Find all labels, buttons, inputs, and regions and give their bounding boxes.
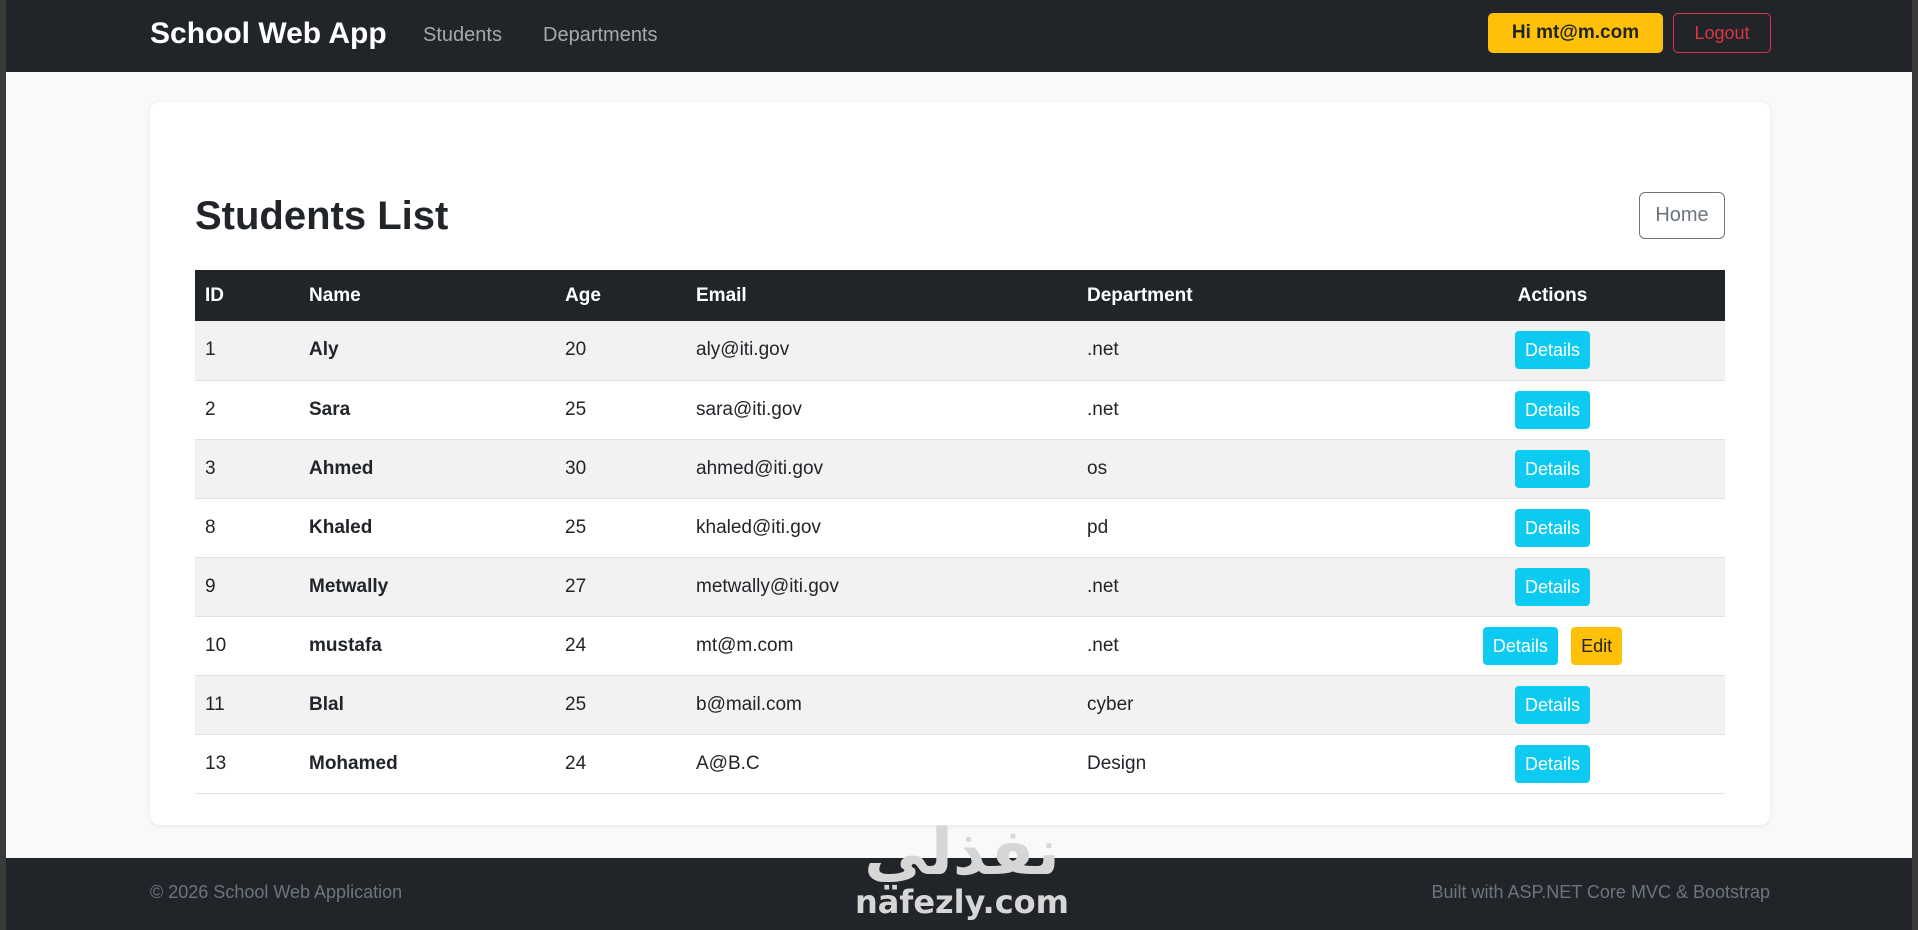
cell-actions: Details (1380, 380, 1725, 439)
details-button[interactable]: Details (1514, 508, 1591, 547)
cell-email: b@mail.com (696, 693, 802, 715)
cell-actions: Details (1380, 321, 1725, 380)
cell-name: Aly (309, 339, 339, 361)
home-button[interactable]: Home (1639, 192, 1725, 239)
cell-name: Khaled (309, 516, 373, 538)
logout-button[interactable]: Logout (1673, 13, 1771, 53)
column-header-email: Email (696, 284, 747, 306)
cell-actions: Details Edit (1380, 616, 1725, 675)
footer: © 2026 School Web Application Built with… (0, 858, 1918, 930)
brand-link[interactable]: School Web App (150, 14, 387, 54)
table-row: 3 Ahmed 30 ahmed@iti.gov os Details (195, 439, 1725, 498)
cell-name: Blal (309, 693, 344, 715)
table-row: 11 Blal 25 b@mail.com cyber Details (195, 675, 1725, 734)
details-button[interactable]: Details (1514, 567, 1591, 606)
cell-age: 24 (565, 752, 587, 774)
cell-id: 1 (205, 339, 216, 361)
cell-email: metwally@iti.gov (696, 575, 839, 597)
cell-department: .net (1087, 575, 1119, 597)
details-button[interactable]: Details (1514, 390, 1591, 429)
table-row: 2 Sara 25 sara@iti.gov .net Details (195, 380, 1725, 439)
cell-email: mt@m.com (696, 634, 794, 656)
cell-age: 25 (565, 398, 587, 420)
cell-age: 30 (565, 457, 587, 479)
cell-actions: Details (1380, 439, 1725, 498)
navbar: School Web App Students Departments Hi m… (0, 0, 1918, 72)
cell-department: .net (1087, 398, 1119, 420)
details-button[interactable]: Details (1514, 449, 1591, 488)
cell-id: 2 (205, 398, 216, 420)
table-row: 8 Khaled 25 khaled@iti.gov pd Details (195, 498, 1725, 557)
cell-email: sara@iti.gov (696, 398, 802, 420)
cell-department: .net (1087, 634, 1119, 656)
table-row: 10 mustafa 24 mt@m.com .net Details Edit (195, 616, 1725, 675)
table-body: 1 Aly 20 aly@iti.gov .net Details 2 Sara… (195, 321, 1725, 793)
cell-age: 27 (565, 575, 587, 597)
cell-id: 8 (205, 516, 216, 538)
table-row: 9 Metwally 27 metwally@iti.gov .net Deta… (195, 557, 1725, 616)
column-header-actions: Actions (1517, 284, 1588, 306)
page-title: Students List (195, 194, 449, 238)
cell-name: Mohamed (309, 752, 398, 774)
students-card: Students List Home ID Name Age Email Dep… (150, 102, 1770, 825)
cell-age: 25 (565, 516, 587, 538)
students-table: ID Name Age Email Department Actions 1 A… (195, 270, 1725, 794)
cell-department: cyber (1087, 693, 1134, 715)
cell-actions: Details (1380, 675, 1725, 734)
cell-department: pd (1087, 516, 1109, 538)
cell-actions: Details (1380, 557, 1725, 616)
cell-name: Metwally (309, 575, 389, 597)
column-header-age: Age (565, 284, 601, 306)
table-row: 1 Aly 20 aly@iti.gov .net Details (195, 321, 1725, 380)
user-greeting-button[interactable]: Hi mt@m.com (1488, 13, 1663, 53)
cell-email: khaled@iti.gov (696, 516, 821, 538)
cell-actions: Details (1380, 498, 1725, 557)
cell-actions: Details (1380, 734, 1725, 793)
cell-id: 9 (205, 575, 216, 597)
cell-email: ahmed@iti.gov (696, 457, 824, 479)
cell-department: .net (1087, 339, 1119, 361)
details-button[interactable]: Details (1514, 685, 1591, 724)
column-header-name: Name (309, 284, 361, 306)
cell-name: mustafa (309, 634, 382, 656)
cell-name: Ahmed (309, 457, 374, 479)
cell-age: 20 (565, 339, 587, 361)
column-header-id: ID (205, 284, 224, 306)
table-header: ID Name Age Email Department Actions (195, 270, 1725, 321)
cell-name: Sara (309, 398, 351, 420)
cell-age: 25 (565, 693, 587, 715)
cell-email: aly@iti.gov (696, 339, 790, 361)
cell-age: 24 (565, 634, 587, 656)
footer-built-with: Built with ASP.NET Core MVC & Bootstrap (1431, 882, 1770, 902)
details-button[interactable]: Details (1514, 744, 1591, 783)
cell-department: os (1087, 457, 1108, 479)
details-button[interactable]: Details (1514, 331, 1591, 370)
cell-id: 10 (205, 634, 227, 656)
table-row: 13 Mohamed 24 A@B.C Design Details (195, 734, 1725, 793)
cell-id: 11 (205, 693, 225, 715)
nav-link-students[interactable]: Students (423, 22, 502, 48)
cell-id: 3 (205, 457, 216, 479)
nav-link-departments[interactable]: Departments (543, 22, 658, 48)
cell-department: Design (1087, 752, 1147, 774)
column-header-department: Department (1087, 284, 1193, 306)
cell-id: 13 (205, 752, 227, 774)
footer-copyright: © 2026 School Web Application (150, 882, 403, 902)
details-button[interactable]: Details (1482, 626, 1558, 665)
edit-button[interactable]: Edit (1571, 626, 1623, 665)
cell-email: A@B.C (696, 752, 760, 774)
